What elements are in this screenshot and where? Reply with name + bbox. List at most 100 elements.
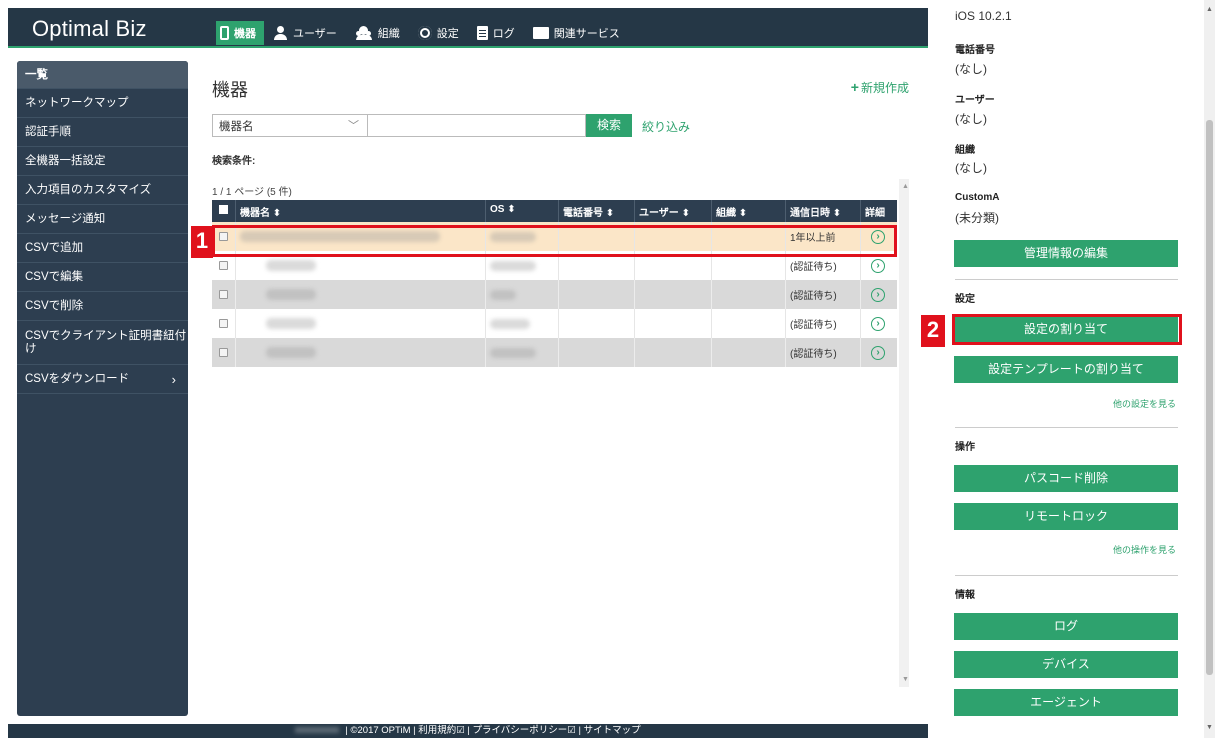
table-row[interactable]: (認証待ち) ›	[212, 338, 897, 367]
organization-value: (なし)	[955, 161, 987, 175]
sidebar-item-csv-download-label: CSVをダウンロード	[25, 373, 130, 385]
chevron-down-icon: ﹀	[348, 120, 359, 132]
sidebar-item-customize-fields[interactable]: 入力項目のカスタマイズ	[17, 176, 188, 205]
agent-button[interactable]: エージェント	[954, 689, 1178, 716]
nav-users[interactable]: ユーザー	[268, 21, 345, 45]
custom-field-label: CustomA	[955, 192, 1000, 203]
more-settings-link[interactable]: 他の設定を見る	[1113, 397, 1176, 410]
plus-icon: +	[850, 79, 859, 95]
detail-arrow-icon[interactable]: ›	[871, 258, 885, 273]
main-panel: 機器 + 新規作成 機器名 ﹀ 検索 絞り込み 検索条件: 1 / 1 ページ (…	[198, 61, 921, 716]
col-last-communication[interactable]: 通信日時 ⬍	[786, 200, 861, 222]
log-button[interactable]: ログ	[954, 613, 1178, 640]
operations-section-label: 操作	[955, 442, 975, 453]
user-value: (なし)	[955, 112, 987, 126]
footer-links[interactable]: | ©2017 OPTiM | 利用規約☑ | プライバシーポリシー☑ | サイ…	[345, 725, 640, 736]
col-organization[interactable]: 組織 ⬍	[712, 200, 786, 222]
col-os[interactable]: OS ⬍	[486, 200, 559, 222]
os-redacted	[490, 318, 530, 329]
nav-related-services-label: 関連サービス	[553, 28, 620, 40]
detail-arrow-icon[interactable]: ›	[871, 316, 885, 331]
os-redacted	[490, 289, 516, 300]
row-comm-time: (認証待ち)	[786, 309, 861, 338]
col-phone[interactable]: 電話番号 ⬍	[559, 200, 635, 222]
row-comm-time: (認証待ち)	[786, 338, 861, 367]
sidebar-item-csv-add[interactable]: CSVで追加	[17, 234, 188, 263]
row-checkbox[interactable]	[219, 319, 228, 328]
row-comm-time: (認証待ち)	[786, 280, 861, 309]
document-icon	[476, 26, 488, 40]
settings-section-label: 設定	[955, 294, 975, 305]
scroll-up-icon[interactable]: ▲	[1206, 6, 1213, 13]
col-device-name[interactable]: 機器名 ⬍	[236, 200, 486, 222]
device-name-redacted	[266, 347, 316, 358]
divider	[955, 279, 1178, 280]
sidebar-item-bulk-settings[interactable]: 全機器一括設定	[17, 147, 188, 176]
remote-lock-button[interactable]: リモートロック	[954, 503, 1178, 530]
device-detail-panel: iOS 10.2.1 電話番号 (なし) ユーザー (なし) 組織 (なし) C…	[930, 0, 1202, 738]
sidebar-item-auth-procedure[interactable]: 認証手順	[17, 118, 188, 147]
annotation-highlight-row	[212, 225, 897, 257]
row-checkbox[interactable]	[219, 348, 228, 357]
new-device-label: 新規作成	[860, 81, 909, 95]
sidebar-item-network-map[interactable]: ネットワークマップ	[17, 89, 188, 118]
search-field-value: 機器名	[219, 121, 254, 133]
table-row[interactable]: (認証待ち) ›	[212, 280, 897, 309]
sidebar-item-message-notification[interactable]: メッセージ通知	[17, 205, 188, 234]
sidebar-item-csv-edit[interactable]: CSVで編集	[17, 263, 188, 292]
organization-label: 組織	[955, 145, 975, 156]
sidebar-item-list[interactable]: 一覧	[17, 61, 188, 89]
detail-arrow-icon[interactable]: ›	[871, 287, 885, 302]
gear-icon	[417, 26, 432, 40]
device-button[interactable]: デバイス	[954, 651, 1178, 678]
new-device-link[interactable]: + 新規作成	[851, 79, 909, 96]
nav-related-services[interactable]: 関連サービス	[527, 21, 628, 45]
os-redacted	[490, 347, 536, 358]
user-icon	[274, 26, 288, 40]
footer: | ©2017 OPTiM | 利用規約☑ | プライバシーポリシー☑ | サイ…	[8, 724, 928, 738]
phone-value: (なし)	[955, 62, 987, 76]
sidebar: 一覧 ネットワークマップ 認証手順 全機器一括設定 入力項目のカスタマイズ メッ…	[17, 61, 188, 716]
table-scrollbar[interactable]	[899, 179, 909, 687]
search-input[interactable]	[368, 114, 586, 137]
device-name-redacted	[266, 318, 316, 329]
user-label: ユーザー	[955, 95, 995, 106]
annotation-highlight-assign-settings	[952, 314, 1182, 345]
scroll-down-icon[interactable]: ▼	[902, 676, 909, 683]
sidebar-item-csv-download[interactable]: CSVをダウンロード ›	[17, 365, 188, 394]
device-name-redacted	[266, 260, 316, 271]
col-user[interactable]: ユーザー ⬍	[635, 200, 712, 222]
assign-template-button[interactable]: 設定テンプレートの割り当て	[954, 356, 1178, 383]
info-section-label: 情報	[955, 590, 975, 601]
sidebar-item-csv-client-cert[interactable]: CSVでクライアント証明書紐付け	[17, 321, 188, 365]
nav-devices[interactable]: 機器	[216, 21, 264, 45]
more-operations-link[interactable]: 他の操作を見る	[1113, 543, 1176, 556]
select-all-checkbox[interactable]	[212, 200, 236, 222]
row-checkbox[interactable]	[219, 290, 228, 299]
nav-users-label: ユーザー	[293, 28, 337, 40]
app-logo[interactable]: Optimal Biz	[32, 16, 147, 42]
device-icon	[220, 26, 229, 40]
filter-link[interactable]: 絞り込み	[642, 118, 690, 135]
nav-organizations[interactable]: 組織	[349, 21, 408, 45]
phone-label: 電話番号	[955, 45, 995, 56]
scroll-down-icon[interactable]: ▼	[1206, 724, 1213, 731]
scroll-up-icon[interactable]: ▲	[902, 183, 909, 190]
footer-redacted	[295, 727, 340, 734]
sidebar-item-csv-delete[interactable]: CSVで削除	[17, 292, 188, 321]
nav-settings[interactable]: 設定	[412, 21, 467, 45]
nav-logs[interactable]: ログ	[471, 21, 523, 45]
edit-management-info-button[interactable]: 管理情報の編集	[954, 240, 1178, 267]
detail-arrow-icon[interactable]: ›	[871, 345, 885, 360]
search-field-select[interactable]: 機器名 ﹀	[212, 114, 368, 137]
table-row[interactable]: (認証待ち) ›	[212, 309, 897, 338]
search-button[interactable]: 検索	[586, 114, 632, 137]
main-nav: 機器 ユーザー 組織 設定 ログ 関連サービス	[216, 20, 632, 46]
top-header: Optimal Biz 機器 ユーザー 組織 設定 ログ 関連サービス	[8, 8, 928, 48]
delete-passcode-button[interactable]: パスコード削除	[954, 465, 1178, 492]
pager-info: 1 / 1 ページ (5 件)	[212, 187, 292, 198]
page-scrollbar-thumb[interactable]	[1206, 120, 1213, 675]
row-checkbox[interactable]	[219, 261, 228, 270]
divider	[955, 575, 1178, 576]
os-version-value: iOS 10.2.1	[955, 9, 1012, 23]
